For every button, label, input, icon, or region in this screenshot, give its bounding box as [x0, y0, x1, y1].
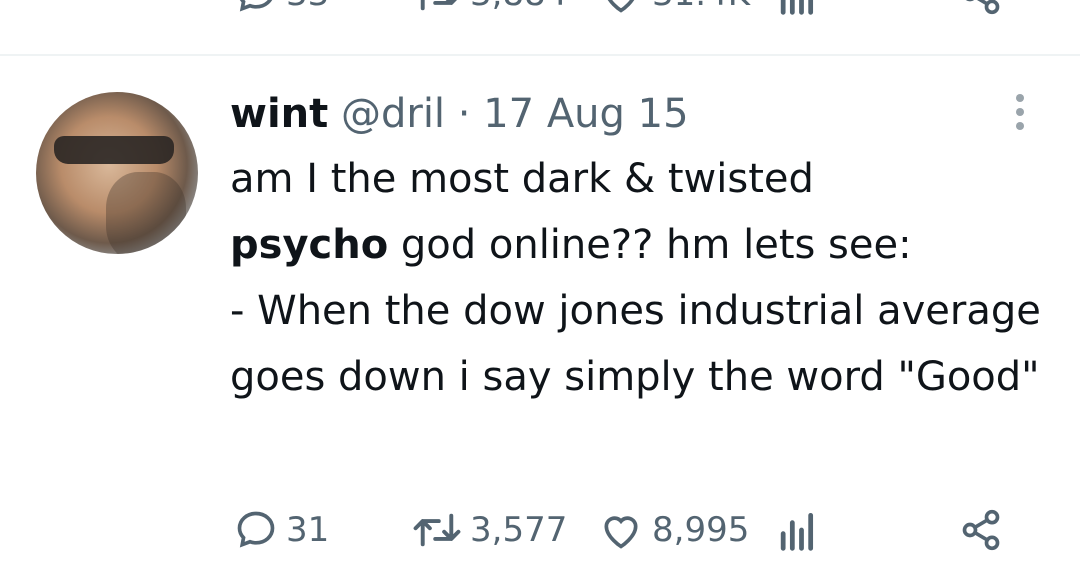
more-icon [1016, 94, 1024, 102]
share-icon [965, 0, 1000, 15]
prev-share-button[interactable] [958, 0, 1004, 16]
views-icon [780, 512, 814, 551]
display-name[interactable]: wint [230, 91, 328, 137]
avatar[interactable] [36, 92, 198, 254]
reply-icon [237, 511, 275, 548]
like-icon [604, 516, 638, 549]
tweet-actions: 31 3,577 8,995 [0, 505, 1080, 555]
retweet-icon [420, 0, 457, 11]
header-separator: · [457, 91, 471, 137]
prev-like-button[interactable]: 31.4K [598, 0, 750, 16]
prev-reply-count: 33 [286, 0, 329, 14]
prev-retweet-count: 3,884 [470, 0, 567, 14]
share-button[interactable] [958, 505, 1004, 555]
prev-views-button[interactable] [776, 0, 816, 16]
retweet-icon [413, 513, 461, 547]
like-button[interactable]: 8,995 [598, 505, 749, 555]
prev-reply-button[interactable]: 33 [234, 0, 329, 16]
tweet-divider [0, 54, 1080, 56]
retweet-count: 3,577 [470, 510, 568, 550]
reply-button[interactable]: 31 [234, 505, 329, 555]
reply-count: 31 [286, 510, 330, 550]
handle[interactable]: @dril [341, 91, 445, 137]
like-count: 8,995 [652, 510, 750, 550]
like-icon [607, 0, 635, 13]
tweet-header: wint @dril · 17 Aug 15 [230, 86, 689, 142]
tweet-text: am I the most dark & twisted psycho god … [230, 146, 1050, 410]
retweet-button[interactable]: 3,577 [412, 505, 567, 555]
views-icon [780, 0, 814, 15]
tweet-date[interactable]: 17 Aug 15 [483, 91, 688, 137]
tweet-text-line1: am I the most dark & twisted [230, 156, 814, 202]
avatar-sunglasses [54, 136, 174, 164]
share-icon [962, 509, 1000, 551]
tweet-text-bold: psycho [230, 222, 389, 268]
more-options-button[interactable] [1008, 94, 1032, 130]
prev-like-count: 31.4K [652, 0, 750, 14]
reply-icon [239, 0, 273, 12]
views-button[interactable] [776, 505, 816, 555]
prev-retweet-button[interactable]: 3,884 [412, 0, 567, 16]
previous-tweet-actions: 33 3,884 31.4K [0, 0, 1080, 16]
